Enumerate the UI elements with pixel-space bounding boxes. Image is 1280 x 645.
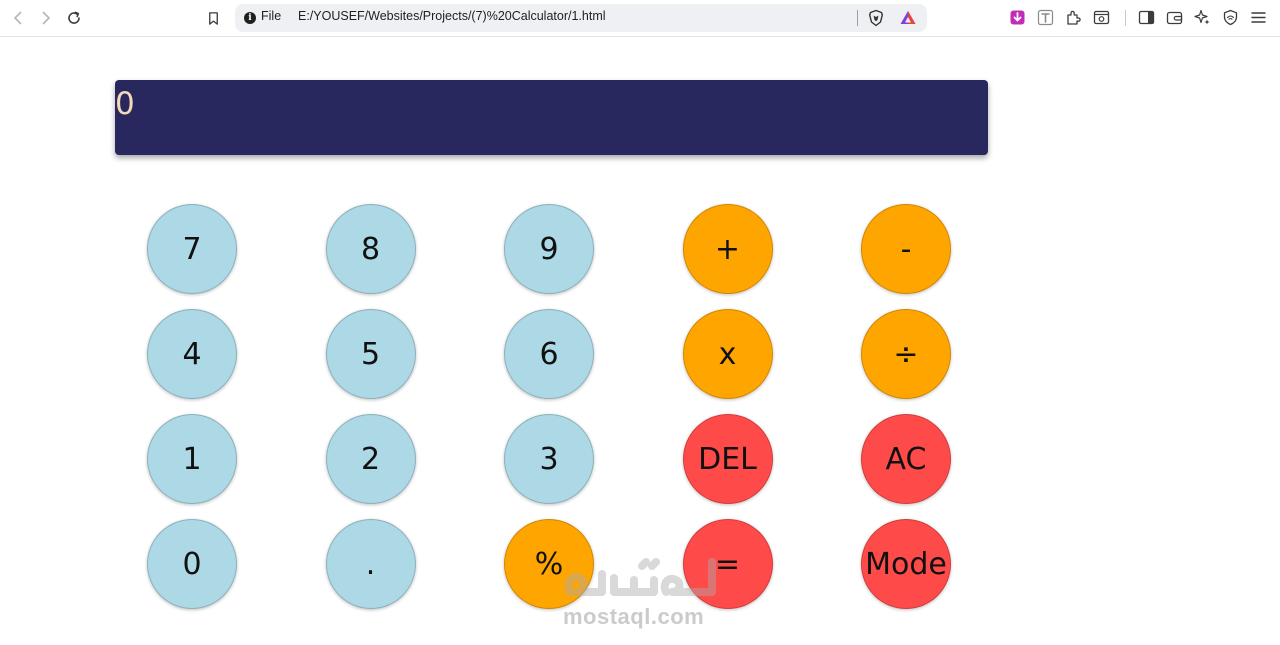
url-text[interactable]: E:/YOUSEF/Websites/Projects/(7)%20Calcul… <box>298 9 606 23</box>
back-icon <box>13 11 22 25</box>
key-del-button[interactable]: DEL <box>682 414 773 504</box>
browser-toolbar: i File E:/YOUSEF/Websites/Projects/(7)%2… <box>0 0 1280 37</box>
leo-ai-icon <box>1193 9 1209 24</box>
sidebar-icon <box>1138 10 1154 24</box>
key-equals-button[interactable]: = <box>682 519 773 609</box>
rewards-icon[interactable] <box>899 9 917 27</box>
bookmark-icon <box>208 11 218 25</box>
key-minus-button[interactable]: - <box>861 204 951 294</box>
key-digit-7-button[interactable]: 7 <box>147 204 237 294</box>
menu-button[interactable] <box>1249 8 1267 26</box>
reload-button[interactable] <box>62 6 86 30</box>
toolbar-divider <box>1125 10 1126 26</box>
key-digit-5-button[interactable]: 5 <box>325 309 416 399</box>
key-digit-9-button[interactable]: 9 <box>504 204 594 294</box>
leo-ai-button[interactable] <box>1193 8 1211 26</box>
info-icon[interactable]: i <box>244 12 256 24</box>
calculator-keypad: 7 8 9 + - 4 5 6 x ÷ 1 2 3 DEL AC 0.% = Mode <box>147 204 952 610</box>
key-digit-2-button[interactable]: 2 <box>325 414 416 504</box>
calculator-display: 0 <box>115 80 988 155</box>
brave-shield-icon[interactable] <box>867 9 885 27</box>
screenshot-icon <box>1093 10 1109 24</box>
download-extension-icon <box>1010 10 1024 24</box>
vpn-icon <box>1223 9 1237 25</box>
extensions-icon <box>1066 10 1081 25</box>
bookmark-button[interactable] <box>203 8 223 28</box>
download-extension-button[interactable] <box>1008 8 1026 26</box>
wallet-button[interactable] <box>1165 8 1183 26</box>
key-divide-button[interactable]: ÷ <box>861 309 951 399</box>
forward-button[interactable] <box>34 6 58 30</box>
key-digit-0-button[interactable]: 0 <box>147 519 237 609</box>
key-digit-4-button[interactable]: 4 <box>147 309 237 399</box>
text-extension-icon <box>1037 9 1053 25</box>
key-plus-button[interactable]: + <box>682 204 773 294</box>
text-extension-button[interactable] <box>1036 8 1054 26</box>
key-digit-3-button[interactable]: 3 <box>504 414 594 504</box>
key-ac-button[interactable]: AC <box>861 414 951 504</box>
forward-icon <box>42 11 51 25</box>
key-mode-button[interactable]: Mode <box>861 519 951 609</box>
back-button[interactable] <box>6 6 30 30</box>
site-scheme-label[interactable]: File <box>261 9 281 23</box>
menu-icon <box>1250 11 1266 23</box>
vpn-button[interactable] <box>1221 8 1239 26</box>
key-digit-1-button[interactable]: 1 <box>147 414 237 504</box>
key-percent-button[interactable]: % <box>504 519 594 609</box>
sidebar-button[interactable] <box>1137 8 1155 26</box>
address-bar-divider <box>857 10 858 26</box>
key-decimal-button[interactable]: . <box>325 519 416 609</box>
key-digit-8-button[interactable]: 8 <box>325 204 416 294</box>
display-value: 0 <box>115 86 135 122</box>
screenshot-button[interactable] <box>1092 8 1110 26</box>
reload-icon <box>68 11 80 24</box>
wallet-icon <box>1166 11 1182 24</box>
key-digit-6-button[interactable]: 6 <box>504 309 594 399</box>
extensions-button[interactable] <box>1064 8 1082 26</box>
address-bar[interactable]: i File E:/YOUSEF/Websites/Projects/(7)%2… <box>235 4 927 32</box>
key-multiply-button[interactable]: x <box>682 309 773 399</box>
